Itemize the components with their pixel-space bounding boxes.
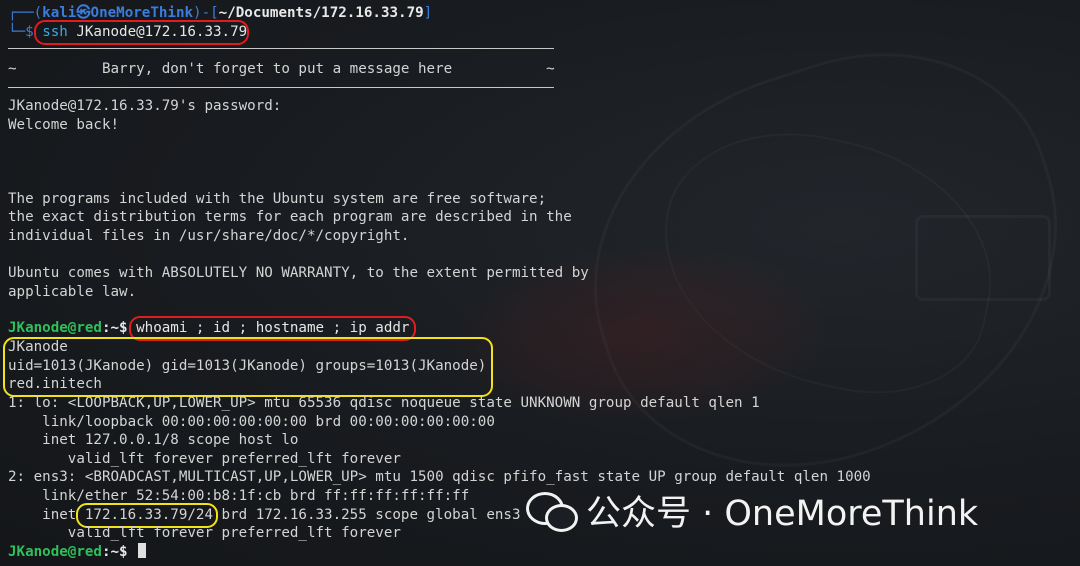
banner-top-rule (8, 48, 554, 49)
prompt-host: OneMoreThink (90, 5, 194, 21)
motd-line: individual files in /usr/share/doc/*/cop… (8, 228, 410, 244)
prompt-at-symbol: ㉿ (76, 5, 91, 21)
wechat-icon (526, 490, 578, 532)
password-prompt: JKanode@172.16.33.79's password: (8, 98, 282, 114)
terminal-window[interactable]: ┌──(kali㉿OneMoreThink)-[~/Documents/172.… (0, 0, 1080, 566)
ip-addr-line: valid_lft forever preferred_lft forever (8, 525, 401, 541)
motd-line: the exact distribution terms for each pr… (8, 209, 572, 225)
background-box-watermark (915, 215, 1051, 301)
ip-addr-line: valid_lft forever preferred_lft forever (8, 451, 401, 467)
motd-line: The programs included with the Ubuntu sy… (8, 191, 547, 207)
prompt-path: ~/Documents/172.16.33.79 (218, 5, 424, 21)
motd-line: Ubuntu comes with ABSOLUTELY NO WARRANTY… (8, 265, 589, 281)
ip-addr-line: 2: ens3: <BROADCAST,MULTICAST,UP,LOWER_U… (8, 469, 871, 485)
ip-addr-line: link/loopback 00:00:00:00:00:00 brd 00:0… (8, 414, 495, 430)
inet-suffix: brd 172.16.33.255 scope global ens3 (213, 507, 521, 523)
prompt-dollar: $ (25, 24, 34, 40)
identity-output-highlight (3, 337, 493, 397)
welcome-message: Welcome back! (8, 117, 120, 133)
shell-prompt-sep: :~$ (101, 544, 137, 560)
shell-prompt-user-host: JKanode@red (8, 320, 102, 336)
prompt-path-open: )-[ (193, 5, 219, 21)
inet-prefix: inet (8, 507, 85, 523)
motd-line: applicable law. (8, 284, 137, 300)
ssh-command-highlight (34, 20, 249, 45)
prompt-bracket-open: ┌──( (8, 5, 43, 21)
prompt-user: kali (42, 5, 77, 21)
banner-bottom-rule (8, 87, 554, 88)
watermark-text: 公众号 · OneMoreThink (586, 493, 979, 534)
shell-prompt-user-host: JKanode@red (8, 544, 102, 560)
banner-message: ~ Barry, don't forget to put a message h… (8, 61, 555, 77)
terminal-cursor (138, 543, 147, 558)
ip-addr-line: 1: lo: <LOOPBACK,UP,LOWER_UP> mtu 65536 … (8, 395, 760, 411)
ip-addr-line: link/ether 52:54:00:b8:1f:cb brd ff:ff:f… (8, 488, 470, 504)
prompt-corner: └─ (8, 24, 26, 40)
prompt-path-close: ] (423, 5, 433, 21)
ip-addr-line: inet 127.0.0.1/8 scope host lo (8, 432, 299, 448)
shell-prompt-idle[interactable]: JKanode@red:~$ (8, 543, 147, 561)
wechat-watermark: 公众号 · OneMoreThink (526, 485, 978, 535)
